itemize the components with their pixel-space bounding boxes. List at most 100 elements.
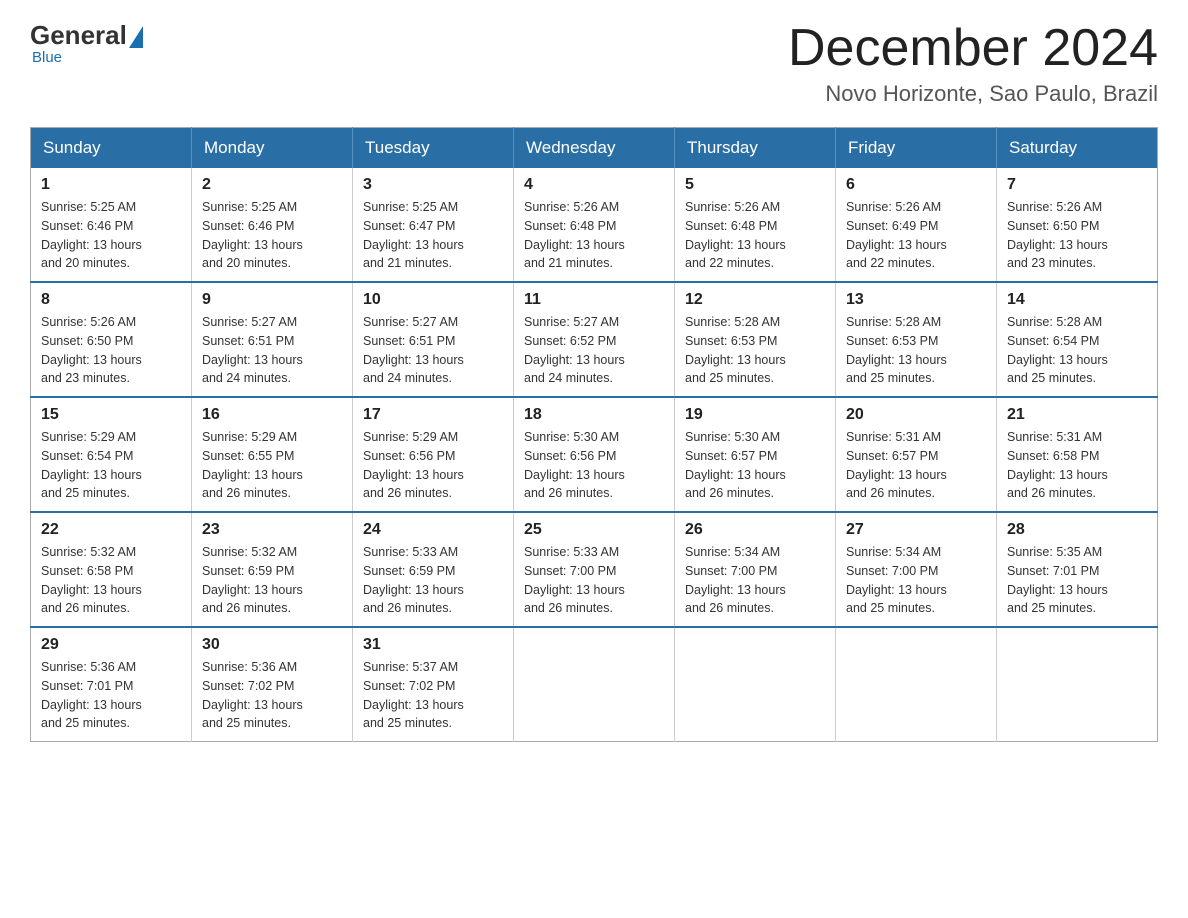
day-number: 5 <box>685 176 825 194</box>
table-row: 9 Sunrise: 5:27 AMSunset: 6:51 PMDaylight… <box>192 282 353 397</box>
table-row <box>836 627 997 742</box>
day-number: 18 <box>524 406 664 424</box>
day-number: 10 <box>363 291 503 309</box>
calendar-header-row: Sunday Monday Tuesday Wednesday Thursday… <box>31 128 1158 169</box>
day-info: Sunrise: 5:26 AMSunset: 6:50 PMDaylight:… <box>1007 198 1147 273</box>
day-number: 6 <box>846 176 986 194</box>
table-row: 10 Sunrise: 5:27 AMSunset: 6:51 PMDayligh… <box>353 282 514 397</box>
day-number: 1 <box>41 176 181 194</box>
day-number: 22 <box>41 521 181 539</box>
day-info: Sunrise: 5:27 AMSunset: 6:52 PMDaylight:… <box>524 313 664 388</box>
day-number: 19 <box>685 406 825 424</box>
day-number: 8 <box>41 291 181 309</box>
day-info: Sunrise: 5:27 AMSunset: 6:51 PMDaylight:… <box>202 313 342 388</box>
table-row: 19 Sunrise: 5:30 AMSunset: 6:57 PMDayligh… <box>675 397 836 512</box>
day-number: 9 <box>202 291 342 309</box>
page-header: General Blue December 2024 Novo Horizont… <box>30 20 1158 107</box>
day-number: 25 <box>524 521 664 539</box>
col-saturday: Saturday <box>997 128 1158 169</box>
table-row: 18 Sunrise: 5:30 AMSunset: 6:56 PMDayligh… <box>514 397 675 512</box>
day-number: 26 <box>685 521 825 539</box>
table-row: 28 Sunrise: 5:35 AMSunset: 7:01 PMDayligh… <box>997 512 1158 627</box>
table-row: 29 Sunrise: 5:36 AMSunset: 7:01 PMDayligh… <box>31 627 192 742</box>
day-info: Sunrise: 5:25 AMSunset: 6:47 PMDaylight:… <box>363 198 503 273</box>
table-row: 26 Sunrise: 5:34 AMSunset: 7:00 PMDayligh… <box>675 512 836 627</box>
day-info: Sunrise: 5:29 AMSunset: 6:56 PMDaylight:… <box>363 428 503 503</box>
day-info: Sunrise: 5:28 AMSunset: 6:53 PMDaylight:… <box>846 313 986 388</box>
day-info: Sunrise: 5:26 AMSunset: 6:50 PMDaylight:… <box>41 313 181 388</box>
day-info: Sunrise: 5:26 AMSunset: 6:48 PMDaylight:… <box>685 198 825 273</box>
col-wednesday: Wednesday <box>514 128 675 169</box>
day-info: Sunrise: 5:36 AMSunset: 7:02 PMDaylight:… <box>202 658 342 733</box>
day-info: Sunrise: 5:33 AMSunset: 7:00 PMDaylight:… <box>524 543 664 618</box>
day-info: Sunrise: 5:36 AMSunset: 7:01 PMDaylight:… <box>41 658 181 733</box>
month-year-title: December 2024 <box>788 20 1158 77</box>
day-number: 20 <box>846 406 986 424</box>
logo-blue-text: Blue <box>32 49 62 66</box>
day-info: Sunrise: 5:31 AMSunset: 6:57 PMDaylight:… <box>846 428 986 503</box>
table-row: 11 Sunrise: 5:27 AMSunset: 6:52 PMDayligh… <box>514 282 675 397</box>
table-row: 2Sunrise: 5:25 AMSunset: 6:46 PMDaylight… <box>192 168 353 282</box>
table-row: 23 Sunrise: 5:32 AMSunset: 6:59 PMDayligh… <box>192 512 353 627</box>
day-number: 11 <box>524 291 664 309</box>
day-number: 16 <box>202 406 342 424</box>
col-tuesday: Tuesday <box>353 128 514 169</box>
day-info: Sunrise: 5:31 AMSunset: 6:58 PMDaylight:… <box>1007 428 1147 503</box>
logo-general-text: General <box>30 20 127 51</box>
day-number: 12 <box>685 291 825 309</box>
table-row: 17 Sunrise: 5:29 AMSunset: 6:56 PMDayligh… <box>353 397 514 512</box>
day-info: Sunrise: 5:34 AMSunset: 7:00 PMDaylight:… <box>685 543 825 618</box>
day-number: 3 <box>363 176 503 194</box>
table-row: 7 Sunrise: 5:26 AMSunset: 6:50 PMDaylight… <box>997 168 1158 282</box>
logo-triangle-icon <box>129 26 143 48</box>
day-info: Sunrise: 5:29 AMSunset: 6:54 PMDaylight:… <box>41 428 181 503</box>
table-row: 8 Sunrise: 5:26 AMSunset: 6:50 PMDaylight… <box>31 282 192 397</box>
day-number: 15 <box>41 406 181 424</box>
day-number: 14 <box>1007 291 1147 309</box>
table-row: 27Sunrise: 5:34 AMSunset: 7:00 PMDayligh… <box>836 512 997 627</box>
col-monday: Monday <box>192 128 353 169</box>
day-info: Sunrise: 5:32 AMSunset: 6:58 PMDaylight:… <box>41 543 181 618</box>
day-number: 7 <box>1007 176 1147 194</box>
day-info: Sunrise: 5:33 AMSunset: 6:59 PMDaylight:… <box>363 543 503 618</box>
day-number: 30 <box>202 636 342 654</box>
logo: General Blue <box>30 20 143 66</box>
table-row: 6 Sunrise: 5:26 AMSunset: 6:49 PMDaylight… <box>836 168 997 282</box>
day-number: 24 <box>363 521 503 539</box>
table-row: 3 Sunrise: 5:25 AMSunset: 6:47 PMDaylight… <box>353 168 514 282</box>
col-friday: Friday <box>836 128 997 169</box>
table-row: 15 Sunrise: 5:29 AMSunset: 6:54 PMDayligh… <box>31 397 192 512</box>
col-thursday: Thursday <box>675 128 836 169</box>
day-info: Sunrise: 5:28 AMSunset: 6:54 PMDaylight:… <box>1007 313 1147 388</box>
day-info: Sunrise: 5:35 AMSunset: 7:01 PMDaylight:… <box>1007 543 1147 618</box>
day-info: Sunrise: 5:30 AMSunset: 6:56 PMDaylight:… <box>524 428 664 503</box>
day-info: Sunrise: 5:32 AMSunset: 6:59 PMDaylight:… <box>202 543 342 618</box>
day-info: Sunrise: 5:26 AMSunset: 6:49 PMDaylight:… <box>846 198 986 273</box>
table-row: 4Sunrise: 5:26 AMSunset: 6:48 PMDaylight… <box>514 168 675 282</box>
day-number: 27 <box>846 521 986 539</box>
table-row <box>514 627 675 742</box>
table-row: 14 Sunrise: 5:28 AMSunset: 6:54 PMDayligh… <box>997 282 1158 397</box>
table-row: 21 Sunrise: 5:31 AMSunset: 6:58 PMDayligh… <box>997 397 1158 512</box>
day-number: 23 <box>202 521 342 539</box>
table-row: 5 Sunrise: 5:26 AMSunset: 6:48 PMDaylight… <box>675 168 836 282</box>
day-info: Sunrise: 5:30 AMSunset: 6:57 PMDaylight:… <box>685 428 825 503</box>
location-subtitle: Novo Horizonte, Sao Paulo, Brazil <box>788 81 1158 107</box>
day-number: 13 <box>846 291 986 309</box>
day-number: 17 <box>363 406 503 424</box>
day-info: Sunrise: 5:25 AMSunset: 6:46 PMDaylight:… <box>202 198 342 273</box>
table-row: 20 Sunrise: 5:31 AMSunset: 6:57 PMDayligh… <box>836 397 997 512</box>
day-number: 21 <box>1007 406 1147 424</box>
day-info: Sunrise: 5:27 AMSunset: 6:51 PMDaylight:… <box>363 313 503 388</box>
day-info: Sunrise: 5:28 AMSunset: 6:53 PMDaylight:… <box>685 313 825 388</box>
title-area: December 2024 Novo Horizonte, Sao Paulo,… <box>788 20 1158 107</box>
day-info: Sunrise: 5:37 AMSunset: 7:02 PMDaylight:… <box>363 658 503 733</box>
day-info: Sunrise: 5:26 AMSunset: 6:48 PMDaylight:… <box>524 198 664 273</box>
col-sunday: Sunday <box>31 128 192 169</box>
day-number: 28 <box>1007 521 1147 539</box>
table-row <box>997 627 1158 742</box>
calendar-table: Sunday Monday Tuesday Wednesday Thursday… <box>30 127 1158 742</box>
table-row: 30 Sunrise: 5:36 AMSunset: 7:02 PMDayligh… <box>192 627 353 742</box>
table-row: 12 Sunrise: 5:28 AMSunset: 6:53 PMDayligh… <box>675 282 836 397</box>
day-number: 29 <box>41 636 181 654</box>
